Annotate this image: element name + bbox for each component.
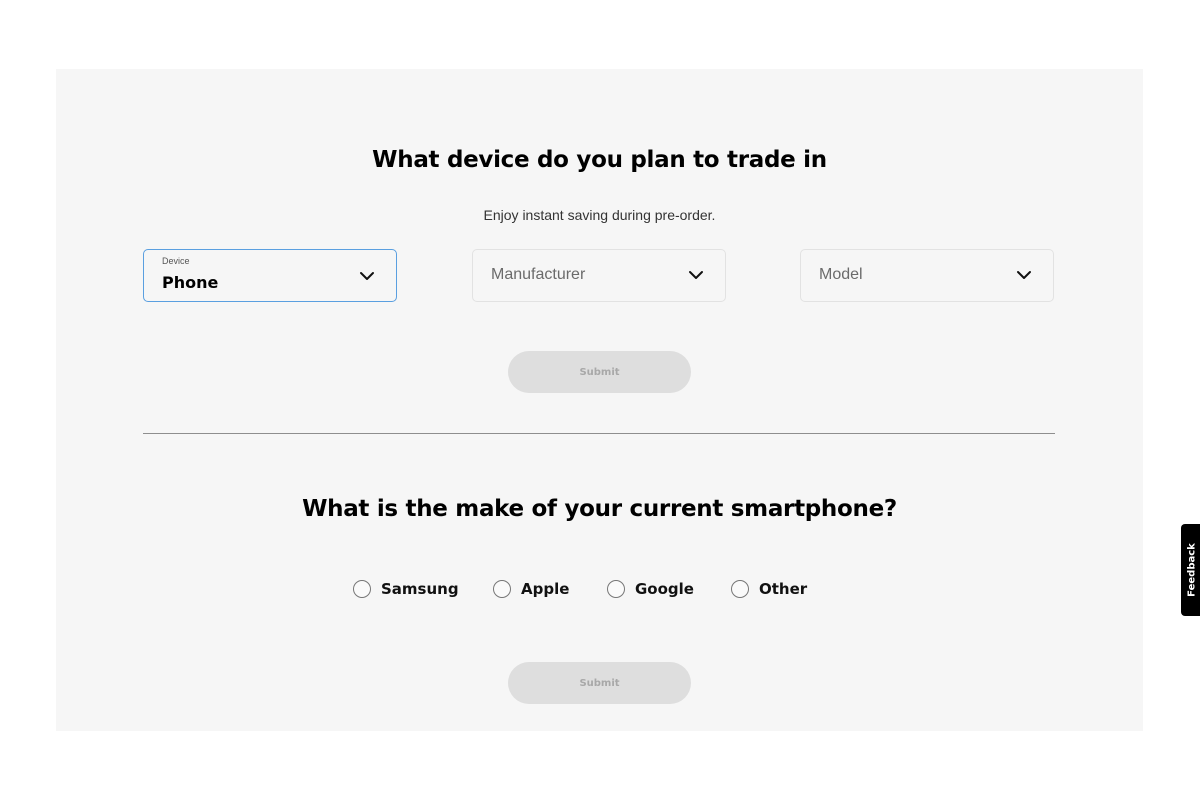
- section-divider: [143, 433, 1055, 434]
- device-section-title: What device do you plan to trade in: [372, 147, 827, 173]
- radio-other[interactable]: Other: [731, 580, 807, 598]
- chevron-down-icon: [360, 272, 374, 280]
- make-submit-button[interactable]: Submit: [508, 662, 691, 704]
- device-select-label: Device: [162, 256, 190, 266]
- radio-label: Samsung: [381, 580, 459, 598]
- radio-label: Apple: [521, 580, 570, 598]
- radio-google[interactable]: Google: [607, 580, 694, 598]
- radio-circle-icon[interactable]: [731, 580, 749, 598]
- device-select[interactable]: Device Phone: [143, 249, 397, 302]
- feedback-tab[interactable]: Feedback: [1181, 524, 1200, 616]
- trade-in-panel: What device do you plan to trade in Enjo…: [56, 69, 1143, 731]
- radio-apple[interactable]: Apple: [493, 580, 569, 598]
- make-radio-group: Samsung Apple Google Other: [56, 580, 1143, 604]
- model-select[interactable]: Model: [800, 249, 1054, 302]
- radio-circle-icon[interactable]: [493, 580, 511, 598]
- radio-label: Google: [635, 580, 694, 598]
- device-section-subtitle: Enjoy instant saving during pre-order.: [483, 207, 716, 223]
- radio-circle-icon[interactable]: [353, 580, 371, 598]
- radio-circle-icon[interactable]: [607, 580, 625, 598]
- model-select-placeholder: Model: [819, 266, 863, 283]
- feedback-tab-label: Feedback: [1186, 543, 1198, 597]
- device-select-value: Phone: [162, 273, 219, 292]
- manufacturer-select-placeholder: Manufacturer: [491, 266, 586, 283]
- manufacturer-select[interactable]: Manufacturer: [472, 249, 726, 302]
- radio-samsung[interactable]: Samsung: [353, 580, 459, 598]
- device-submit-button[interactable]: Submit: [508, 351, 691, 393]
- make-section-title: What is the make of your current smartph…: [302, 496, 897, 522]
- radio-label: Other: [759, 580, 808, 598]
- chevron-down-icon: [689, 271, 703, 279]
- chevron-down-icon: [1017, 271, 1031, 279]
